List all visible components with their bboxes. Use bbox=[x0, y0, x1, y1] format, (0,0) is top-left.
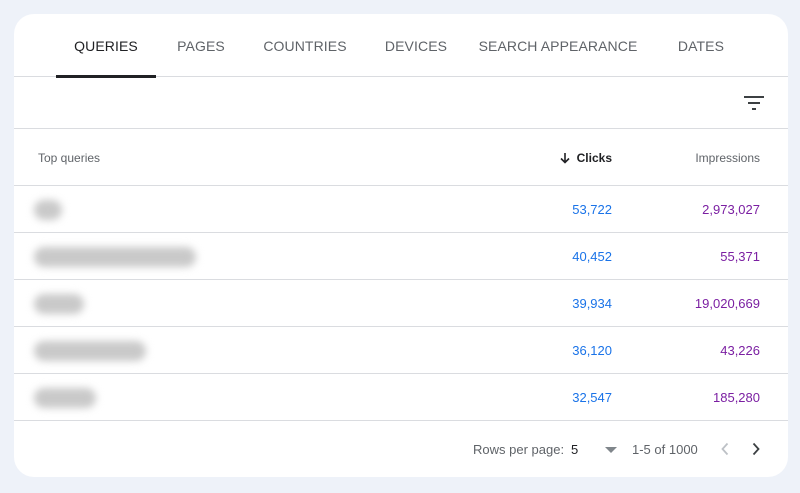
column-header-top-queries: Top queries bbox=[38, 150, 101, 165]
next-page-button[interactable] bbox=[743, 436, 769, 462]
filter-button[interactable] bbox=[736, 85, 772, 121]
tab-countries[interactable]: COUNTRIES bbox=[254, 14, 356, 77]
dropdown-arrow-icon bbox=[605, 447, 617, 453]
table-header: Top queries Clicks Impressions bbox=[14, 129, 788, 186]
table-row[interactable]: 32,547 185,280 bbox=[14, 374, 788, 421]
clicks-header-label: Clicks bbox=[576, 150, 612, 165]
clicks-cell: 36,120 bbox=[572, 343, 612, 358]
chevron-left-icon bbox=[721, 442, 729, 456]
query-cell-redacted bbox=[34, 200, 62, 220]
column-header-clicks[interactable]: Clicks bbox=[559, 129, 612, 186]
query-cell-redacted bbox=[34, 247, 196, 267]
arrow-down-icon bbox=[560, 152, 570, 164]
tab-bar: QUERIES PAGES COUNTRIES DEVICES SEARCH A… bbox=[14, 14, 788, 78]
tab-devices[interactable]: DEVICES bbox=[374, 14, 458, 77]
clicks-cell: 53,722 bbox=[572, 202, 612, 217]
tab-search-appearance[interactable]: SEARCH APPEARANCE bbox=[476, 14, 640, 77]
tab-queries[interactable]: QUERIES bbox=[56, 14, 156, 78]
clicks-cell: 40,452 bbox=[572, 249, 612, 264]
rows-per-page-value: 5 bbox=[571, 442, 579, 457]
rows-per-page-select[interactable]: 5 bbox=[571, 436, 617, 463]
table-row[interactable]: 39,934 19,020,669 bbox=[14, 280, 788, 327]
impressions-cell: 19,020,669 bbox=[694, 296, 760, 311]
clicks-cell: 32,547 bbox=[572, 390, 612, 405]
chevron-right-icon bbox=[752, 442, 760, 456]
page-range: 1-5 of 1000 bbox=[632, 442, 698, 457]
performance-table-card: QUERIES PAGES COUNTRIES DEVICES SEARCH A… bbox=[14, 14, 788, 477]
previous-page-button[interactable] bbox=[712, 436, 738, 462]
table-toolbar bbox=[14, 77, 788, 129]
filter-icon bbox=[744, 96, 764, 110]
impressions-cell: 2,973,027 bbox=[702, 202, 760, 217]
query-cell-redacted bbox=[34, 341, 146, 361]
impressions-cell: 43,226 bbox=[720, 343, 760, 358]
table-row[interactable]: 40,452 55,371 bbox=[14, 233, 788, 280]
tab-pages[interactable]: PAGES bbox=[164, 14, 238, 77]
rows-per-page-label: Rows per page: bbox=[473, 442, 565, 457]
table-row[interactable]: 53,722 2,973,027 bbox=[14, 186, 788, 233]
clicks-cell: 39,934 bbox=[572, 296, 612, 311]
query-cell-redacted bbox=[34, 388, 96, 408]
pagination-bar: Rows per page: 5 1-5 of 1000 bbox=[14, 422, 788, 477]
impressions-cell: 55,371 bbox=[720, 249, 760, 264]
table-row[interactable]: 36,120 43,226 bbox=[14, 327, 788, 374]
column-header-impressions[interactable]: Impressions bbox=[695, 129, 760, 186]
tab-dates[interactable]: DATES bbox=[664, 14, 738, 77]
impressions-cell: 185,280 bbox=[713, 390, 760, 405]
query-cell-redacted bbox=[34, 294, 84, 314]
